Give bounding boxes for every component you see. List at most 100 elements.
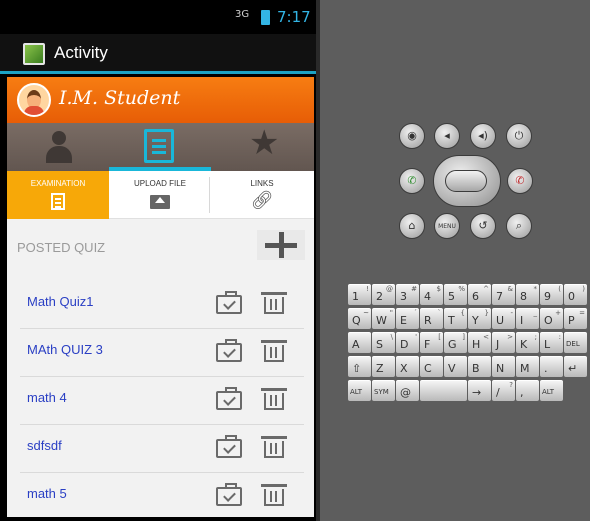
key-row3-8[interactable]: L: [540, 332, 563, 353]
list-item[interactable]: math 5 [20, 473, 304, 517]
tab-documents[interactable] [109, 123, 211, 171]
tab-profile[interactable] [7, 123, 109, 171]
key-row1-4[interactable]: 5% [444, 284, 467, 305]
list-item[interactable]: Math Quiz1 [20, 281, 304, 329]
phone-screen: 3G 7:17 Activity I.M. Student ★ EXAMINAT… [0, 0, 320, 521]
key-row2-9[interactable]: P = [564, 308, 587, 329]
key-row2-3[interactable]: R ` [420, 308, 443, 329]
key-row2-2[interactable]: E ´ [396, 308, 419, 329]
volume-down-button[interactable]: ◂ [434, 123, 460, 149]
key-row5-5[interactable]: → [468, 380, 491, 401]
avatar [17, 83, 51, 117]
volume-up-button[interactable]: ◂) [470, 123, 496, 149]
key-row3-3[interactable]: F[ [420, 332, 443, 353]
list-item[interactable]: sdfsdf [20, 425, 304, 473]
quiz-name[interactable]: sdfsdf [27, 438, 62, 453]
key-row3-0[interactable]: A [348, 332, 371, 353]
key-row4-9[interactable]: ↵ [564, 356, 587, 377]
end-call-button[interactable]: ✆ [507, 168, 533, 194]
briefcase-icon[interactable] [216, 483, 242, 506]
subtab-label: UPLOAD FILE [133, 179, 186, 188]
search-button[interactable]: ⌕ [506, 213, 532, 239]
profile-header: I.M. Student [7, 77, 314, 123]
key-row3-4[interactable]: G] [444, 332, 467, 353]
key-label: K [520, 338, 528, 351]
key-label: SYM [374, 388, 389, 396]
key-row4-5[interactable]: B [468, 356, 491, 377]
briefcase-icon[interactable] [216, 339, 242, 362]
key-row1-1[interactable]: 2 @ [372, 284, 395, 305]
quiz-name[interactable]: Math Quiz1 [27, 294, 93, 309]
key-row5-0[interactable]: ALT [348, 380, 371, 401]
menu-button[interactable]: MENU [434, 213, 460, 239]
key-row5-7[interactable]: , [516, 380, 539, 401]
trash-icon[interactable] [261, 388, 287, 410]
key-row1-6[interactable]: 7 & [492, 284, 515, 305]
subtab-links[interactable]: LINKS 🔗︎ [210, 171, 314, 219]
list-item[interactable]: MAth QUIZ 3 [20, 329, 304, 377]
student-name: I.M. Student [59, 87, 181, 109]
key-row1-8[interactable]: 9( [540, 284, 563, 305]
key-row2-0[interactable]: Q ~ [348, 308, 371, 329]
quiz-name[interactable]: math 5 [27, 486, 67, 501]
trash-icon[interactable] [261, 436, 287, 458]
key-row5-8[interactable]: ALT [540, 380, 563, 401]
briefcase-icon[interactable] [216, 435, 242, 458]
key-row1-7[interactable]: 8 * [516, 284, 539, 305]
star-icon: ★ [249, 123, 280, 163]
subtab-examination[interactable]: EXAMINATION [7, 171, 109, 219]
key-row4-7[interactable]: M [516, 356, 539, 377]
trash-icon[interactable] [261, 292, 287, 314]
key-row3-5[interactable]: H < [468, 332, 491, 353]
key-row1-3[interactable]: 4 $ [420, 284, 443, 305]
key-row5-6[interactable]: /? [492, 380, 515, 401]
quiz-name[interactable]: MAth QUIZ 3 [27, 342, 103, 357]
key-row2-4[interactable]: T{ [444, 308, 467, 329]
key-row2-5[interactable]: Y} [468, 308, 491, 329]
key-row4-6[interactable]: N [492, 356, 515, 377]
call-button[interactable]: ✆ [399, 168, 425, 194]
key-row3-7[interactable]: K; [516, 332, 539, 353]
key-alt-label: = [579, 309, 585, 317]
list-item[interactable]: math 4 [20, 377, 304, 425]
key-row1-2[interactable]: 3 # [396, 284, 419, 305]
key-row4-1[interactable]: Z [372, 356, 395, 377]
key-row4-2[interactable]: X [396, 356, 419, 377]
key-row1-5[interactable]: 6 ^ [468, 284, 491, 305]
key-row4-3[interactable]: C [420, 356, 443, 377]
back-button[interactable]: ↺ [470, 213, 496, 239]
subtab-upload-file[interactable]: UPLOAD FILE [109, 171, 211, 219]
briefcase-icon[interactable] [216, 291, 242, 314]
key-row1-9[interactable]: 0) [564, 284, 587, 305]
key-label: L [544, 338, 551, 351]
key-row1-0[interactable]: 1! [348, 284, 371, 305]
key-row2-8[interactable]: O + [540, 308, 563, 329]
key-row4-0[interactable]: ⇧ [348, 356, 371, 377]
home-button[interactable]: ⌂ [399, 213, 425, 239]
briefcase-icon[interactable] [216, 387, 242, 410]
trash-icon[interactable] [261, 484, 287, 506]
key-row2-1[interactable]: W " [372, 308, 395, 329]
camera-button[interactable]: ◉ [399, 123, 425, 149]
quiz-name[interactable]: math 4 [27, 390, 67, 405]
key-row5-1[interactable]: SYM [372, 380, 395, 401]
key-row3-9[interactable]: DEL [564, 332, 587, 353]
add-quiz-button[interactable] [257, 230, 305, 260]
key-row2-7[interactable]: I _ [516, 308, 539, 329]
key-row3-6[interactable]: J > [492, 332, 515, 353]
power-button[interactable]: ⏻ [506, 123, 532, 149]
key-row2-6[interactable]: U- [492, 308, 515, 329]
key-row4-4[interactable]: V [444, 356, 467, 377]
dpad-center-button[interactable] [445, 170, 487, 192]
key-row3-1[interactable]: S \ [372, 332, 395, 353]
key-row5-2[interactable]: @ [396, 380, 419, 401]
key-row4-8[interactable]: . [540, 356, 563, 377]
phone-border [316, 0, 320, 521]
key-row5-4[interactable] [420, 380, 467, 401]
key-label: T [448, 314, 455, 327]
trash-icon[interactable] [261, 340, 287, 362]
key-row3-2[interactable]: D ' [396, 332, 419, 353]
tab-favorites[interactable]: ★ [211, 123, 313, 171]
key-label: → [472, 386, 482, 399]
subtab-label: EXAMINATION [30, 179, 86, 188]
